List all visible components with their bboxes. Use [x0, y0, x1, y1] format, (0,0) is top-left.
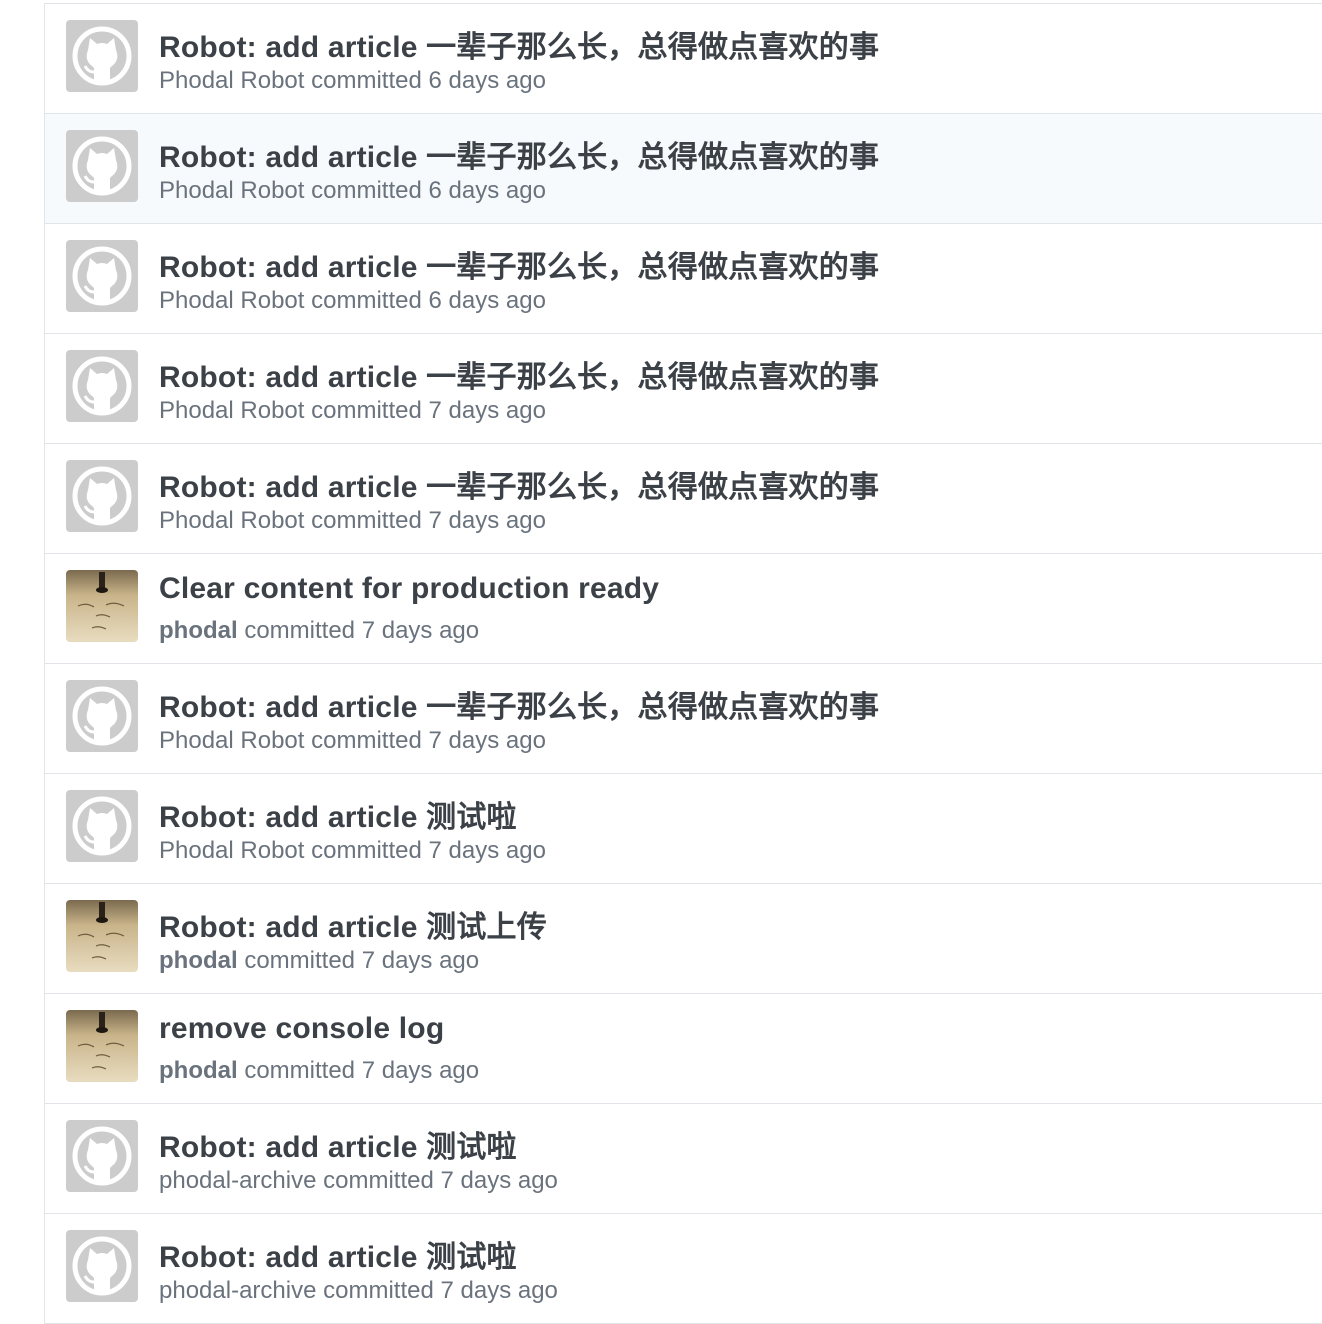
octocat-icon[interactable]: [66, 350, 138, 422]
commit-verb: committed: [311, 67, 422, 94]
commit-verb: committed: [311, 837, 422, 864]
commit-meta: phodal committed 7 days ago: [159, 1057, 479, 1085]
commit-time: 7 days ago: [440, 1277, 558, 1304]
commit-row: Robot: add article 测试上传 phodal committed…: [45, 884, 1322, 994]
octocat-icon[interactable]: [66, 20, 138, 92]
commit-verb: committed: [311, 507, 422, 534]
user-avatar[interactable]: [66, 570, 138, 642]
commit-title[interactable]: Robot: add article 测试上传: [159, 902, 547, 946]
commit-meta: Phodal Robot committed 6 days ago: [159, 287, 546, 315]
commit-row: Robot: add article 测试啦 phodal-archive co…: [45, 1104, 1322, 1214]
commit-title[interactable]: Robot: add article 一辈子那么长，总得做点喜欢的事: [159, 352, 879, 396]
commit-meta: Phodal Robot committed 7 days ago: [159, 397, 546, 425]
commit-meta: phodal committed 7 days ago: [159, 617, 479, 645]
user-avatar[interactable]: [66, 900, 138, 972]
commit-meta: Phodal Robot committed 7 days ago: [159, 507, 546, 535]
commit-meta: Phodal Robot committed 7 days ago: [159, 837, 546, 865]
commit-row: Robot: add article 一辈子那么长，总得做点喜欢的事 Phoda…: [45, 4, 1322, 114]
octocat-icon[interactable]: [66, 680, 138, 752]
commit-time: 7 days ago: [428, 727, 546, 754]
commit-time: 6 days ago: [428, 177, 546, 204]
commit-time: 7 days ago: [361, 947, 480, 974]
commit-author[interactable]: phodal-archive: [159, 1277, 316, 1304]
commit-verb: committed: [323, 1277, 434, 1304]
octocat-icon[interactable]: [66, 1230, 138, 1302]
commit-row: Robot: add article 一辈子那么长，总得做点喜欢的事 Phoda…: [45, 114, 1322, 224]
commit-verb: committed: [244, 1057, 356, 1084]
commit-meta: phodal-archive committed 7 days ago: [159, 1167, 558, 1195]
commit-author[interactable]: phodal: [159, 1057, 238, 1084]
commit-verb: committed: [311, 727, 422, 754]
commit-title[interactable]: remove console log: [159, 1012, 444, 1046]
commit-time: 7 days ago: [428, 397, 546, 424]
commit-author[interactable]: phodal: [159, 617, 238, 644]
octocat-icon[interactable]: [66, 240, 138, 312]
commit-title[interactable]: Robot: add article 测试啦: [159, 792, 517, 836]
commit-title[interactable]: Robot: add article 测试啦: [159, 1232, 517, 1276]
commit-author[interactable]: phodal-archive: [159, 1167, 316, 1194]
commit-title[interactable]: Robot: add article 一辈子那么长，总得做点喜欢的事: [159, 242, 879, 286]
commit-author[interactable]: Phodal Robot: [159, 727, 304, 754]
commit-author[interactable]: Phodal Robot: [159, 287, 304, 314]
commit-title[interactable]: Robot: add article 一辈子那么长，总得做点喜欢的事: [159, 462, 879, 506]
commit-row: Robot: add article 测试啦 phodal-archive co…: [45, 1214, 1322, 1324]
commit-meta: Phodal Robot committed 6 days ago: [159, 67, 546, 95]
commit-title[interactable]: Robot: add article 一辈子那么长，总得做点喜欢的事: [159, 682, 879, 726]
octocat-icon[interactable]: [66, 460, 138, 532]
commit-verb: committed: [311, 177, 422, 204]
commit-row: Robot: add article 一辈子那么长，总得做点喜欢的事 Phoda…: [45, 224, 1322, 334]
user-avatar[interactable]: [66, 1010, 138, 1082]
commit-verb: committed: [311, 287, 422, 314]
commit-verb: committed: [323, 1167, 434, 1194]
commit-time: 7 days ago: [428, 507, 546, 534]
commit-meta: phodal-archive committed 7 days ago: [159, 1277, 558, 1305]
commit-title[interactable]: Robot: add article 测试啦: [159, 1122, 517, 1166]
commit-time: 6 days ago: [428, 287, 546, 314]
commit-author[interactable]: Phodal Robot: [159, 397, 304, 424]
commit-meta: Phodal Robot committed 6 days ago: [159, 177, 546, 205]
commit-time: 7 days ago: [361, 1057, 480, 1084]
commit-title[interactable]: Robot: add article 一辈子那么长，总得做点喜欢的事: [159, 22, 879, 66]
commit-title[interactable]: Robot: add article 一辈子那么长，总得做点喜欢的事: [159, 132, 879, 176]
commit-author[interactable]: Phodal Robot: [159, 507, 304, 534]
commit-row: Clear content for production ready phoda…: [45, 554, 1322, 664]
commit-author[interactable]: Phodal Robot: [159, 67, 304, 94]
commit-row: remove console log phodal committed 7 da…: [45, 994, 1322, 1104]
commit-verb: committed: [311, 397, 422, 424]
commit-row: Robot: add article 一辈子那么长，总得做点喜欢的事 Phoda…: [45, 334, 1322, 444]
commit-row: Robot: add article 测试啦 Phodal Robot comm…: [45, 774, 1322, 884]
commit-verb: committed: [244, 947, 356, 974]
commit-row: Robot: add article 一辈子那么长，总得做点喜欢的事 Phoda…: [45, 664, 1322, 774]
commit-title[interactable]: Clear content for production ready: [159, 572, 659, 606]
octocat-icon[interactable]: [66, 790, 138, 862]
commit-author[interactable]: phodal: [159, 947, 238, 974]
commit-row: Robot: add article 一辈子那么长，总得做点喜欢的事 Phoda…: [45, 444, 1322, 554]
commit-verb: committed: [244, 617, 356, 644]
commit-time: 7 days ago: [361, 617, 480, 644]
commit-time: 7 days ago: [440, 1167, 558, 1194]
commit-list: Robot: add article 一辈子那么长，总得做点喜欢的事 Phoda…: [44, 3, 1322, 1324]
commit-author[interactable]: Phodal Robot: [159, 177, 304, 204]
commit-meta: phodal committed 7 days ago: [159, 947, 479, 975]
octocat-icon[interactable]: [66, 130, 138, 202]
commit-author[interactable]: Phodal Robot: [159, 837, 304, 864]
commit-time: 6 days ago: [428, 67, 546, 94]
octocat-icon[interactable]: [66, 1120, 138, 1192]
commit-meta: Phodal Robot committed 7 days ago: [159, 727, 546, 755]
commit-time: 7 days ago: [428, 837, 546, 864]
